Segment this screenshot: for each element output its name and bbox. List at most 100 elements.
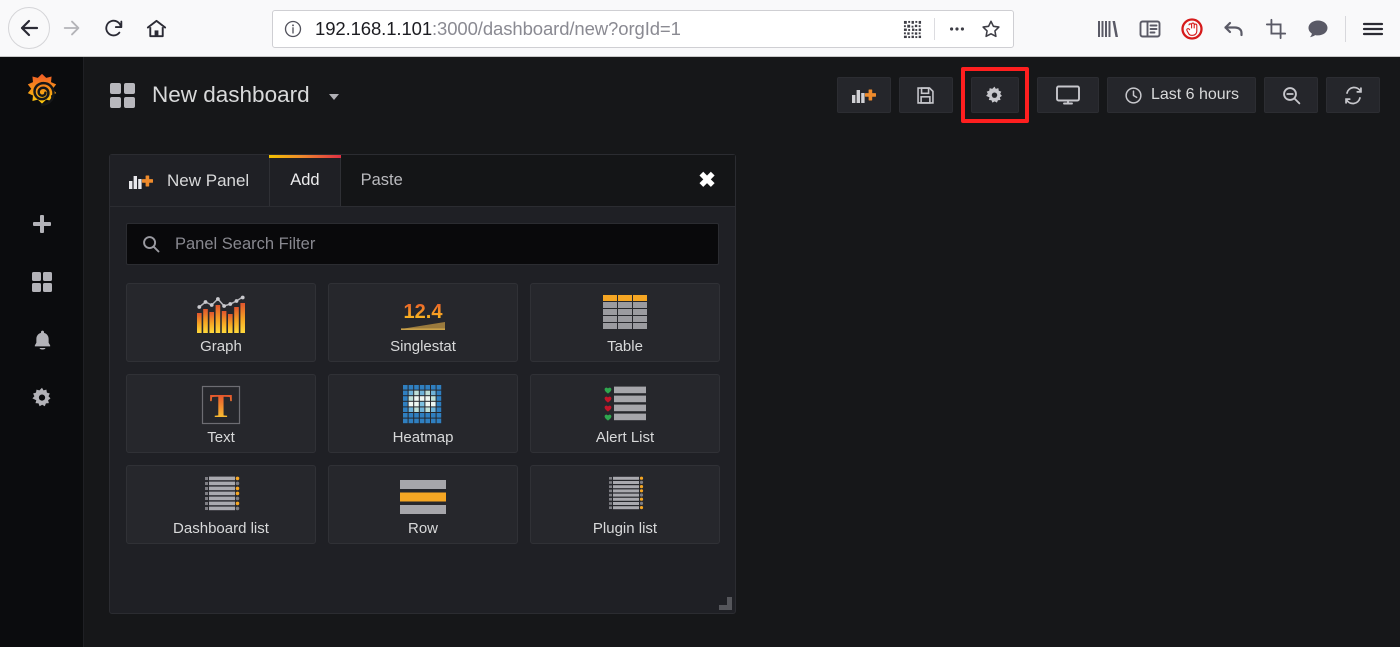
panel-type-label: Graph xyxy=(200,337,242,355)
library-icon[interactable] xyxy=(1087,8,1129,50)
add-panel-widget: New Panel Add Paste ✖ Panel Search Filte… xyxy=(109,154,736,614)
table-icon xyxy=(601,291,649,335)
singlestat-icon: 12.4 xyxy=(390,291,456,335)
panel-resize-handle[interactable] xyxy=(719,597,732,610)
heatmap-icon xyxy=(402,382,444,426)
reload-icon xyxy=(105,19,123,37)
panel-type-label: Plugin list xyxy=(592,519,658,537)
sidebar-toggle-icon[interactable] xyxy=(1129,8,1171,50)
chevron-down-icon[interactable] xyxy=(328,94,339,100)
back-button[interactable] xyxy=(8,7,50,49)
refresh-button[interactable] xyxy=(1326,77,1380,113)
panel-type-singlestat[interactable]: 12.4 Singlestat xyxy=(328,283,518,362)
forward-arrow-icon xyxy=(63,20,80,36)
zoom-out-button[interactable] xyxy=(1264,77,1318,113)
settings-highlight-box xyxy=(960,67,1029,123)
alert-list-icon xyxy=(600,382,650,426)
panel-search-filter[interactable]: Panel Search Filter xyxy=(126,223,719,265)
sidebar-item-create[interactable] xyxy=(0,195,84,253)
add-panel-button[interactable] xyxy=(836,77,891,113)
sidebar-item-dashboards[interactable] xyxy=(0,253,84,311)
panel-type-row[interactable]: Row xyxy=(328,465,518,544)
panel-type-dashboard-list[interactable]: Dashboard list xyxy=(126,465,316,544)
panel-type-graph[interactable]: Graph xyxy=(126,283,316,362)
refresh-icon xyxy=(1344,86,1362,104)
browser-toolbar: 192.168.1.101:3000/dashboard/new?orgId=1 xyxy=(0,0,1400,57)
singlestat-sample-value: 12.4 xyxy=(404,301,444,323)
hamburger-menu-icon[interactable] xyxy=(1352,8,1394,50)
screenshot-icon[interactable] xyxy=(1255,8,1297,50)
adblock-icon[interactable] xyxy=(1171,8,1213,50)
ellipsis-icon[interactable] xyxy=(943,15,971,43)
panel-type-label: Singlestat xyxy=(390,337,456,355)
browser-right-icons xyxy=(1087,0,1400,57)
star-icon[interactable] xyxy=(977,15,1005,43)
add-panel-title: New Panel xyxy=(110,155,270,206)
add-panel-icon xyxy=(851,89,876,103)
url-icon-divider xyxy=(934,18,935,40)
dashboard-toolbar: Last 6 hours xyxy=(836,67,1380,123)
panel-type-table[interactable]: Table xyxy=(530,283,720,362)
panel-type-grid: Graph 12.4 Singlestat Table T Text Heatm… xyxy=(126,283,720,544)
panel-type-label: Table xyxy=(607,337,643,355)
plugin-list-icon xyxy=(601,473,649,517)
site-info-icon[interactable] xyxy=(283,19,303,39)
time-range-picker[interactable]: Last 6 hours xyxy=(1106,77,1256,113)
panel-type-text[interactable]: T Text xyxy=(126,374,316,453)
add-panel-title-label: New Panel xyxy=(167,170,250,190)
forward-button[interactable] xyxy=(52,8,92,48)
dashboard-grid-icon xyxy=(110,82,135,108)
tab-paste[interactable]: Paste xyxy=(341,155,423,206)
reload-button[interactable] xyxy=(94,8,134,48)
search-input[interactable]: Panel Search Filter xyxy=(175,235,315,254)
grafana-logo-icon[interactable] xyxy=(0,57,84,133)
url-path: :3000/dashboard/new?orgId=1 xyxy=(432,18,681,39)
search-minus-icon xyxy=(1282,86,1300,104)
url-text[interactable]: 192.168.1.101:3000/dashboard/new?orgId=1 xyxy=(315,18,898,40)
qr-code-icon[interactable] xyxy=(898,15,926,43)
save-dashboard-button[interactable] xyxy=(898,77,953,113)
time-range-label: Last 6 hours xyxy=(1150,86,1239,103)
gear-icon xyxy=(32,387,51,407)
panel-type-heatmap[interactable]: Heatmap xyxy=(328,374,518,453)
panel-type-label: Alert List xyxy=(595,428,655,446)
save-floppy-icon xyxy=(917,86,935,104)
url-host: 192.168.1.101 xyxy=(315,18,433,39)
panel-type-label: Row xyxy=(407,519,438,537)
tab-add[interactable]: Add xyxy=(269,155,341,206)
dashboard-list-icon xyxy=(197,473,245,517)
graph-icon xyxy=(195,291,247,335)
home-icon xyxy=(146,19,166,37)
monitor-icon xyxy=(1055,85,1080,105)
dashboards-icon xyxy=(32,272,52,292)
url-bar[interactable]: 192.168.1.101:3000/dashboard/new?orgId=1 xyxy=(272,10,1014,48)
home-button[interactable] xyxy=(136,8,176,48)
browser-icon-divider xyxy=(1345,15,1346,42)
url-bar-icons xyxy=(898,15,1005,43)
panel-type-label: Heatmap xyxy=(392,428,454,446)
plus-icon xyxy=(33,215,51,233)
grafana-sidebar xyxy=(0,57,84,647)
text-icon: T xyxy=(200,382,242,426)
chat-bubble-icon[interactable] xyxy=(1297,8,1339,50)
panel-type-label: Dashboard list xyxy=(173,519,269,537)
grafana-main: New dashboard Last 6 hours New Panel Add… xyxy=(84,57,1400,647)
row-icon xyxy=(398,473,448,517)
text-glyph: T xyxy=(210,388,233,425)
back-arrow-icon xyxy=(20,19,39,37)
page-title: New dashboard xyxy=(152,82,310,107)
undo-icon[interactable] xyxy=(1213,8,1255,50)
dashboard-settings-button[interactable] xyxy=(970,77,1019,113)
gear-icon xyxy=(986,86,1003,103)
search-icon xyxy=(143,236,160,253)
close-icon[interactable]: ✖ xyxy=(679,155,735,206)
sidebar-item-configuration[interactable] xyxy=(0,369,84,427)
dashboard-title-group[interactable]: New dashboard xyxy=(110,82,339,108)
add-panel-header: New Panel Add Paste ✖ xyxy=(110,155,735,207)
bell-icon xyxy=(34,330,50,350)
panel-type-plugin-list[interactable]: Plugin list xyxy=(530,465,720,544)
tv-mode-button[interactable] xyxy=(1036,77,1099,113)
panel-type-alert-list[interactable]: Alert List xyxy=(530,374,720,453)
sidebar-item-alerting[interactable] xyxy=(0,311,84,369)
